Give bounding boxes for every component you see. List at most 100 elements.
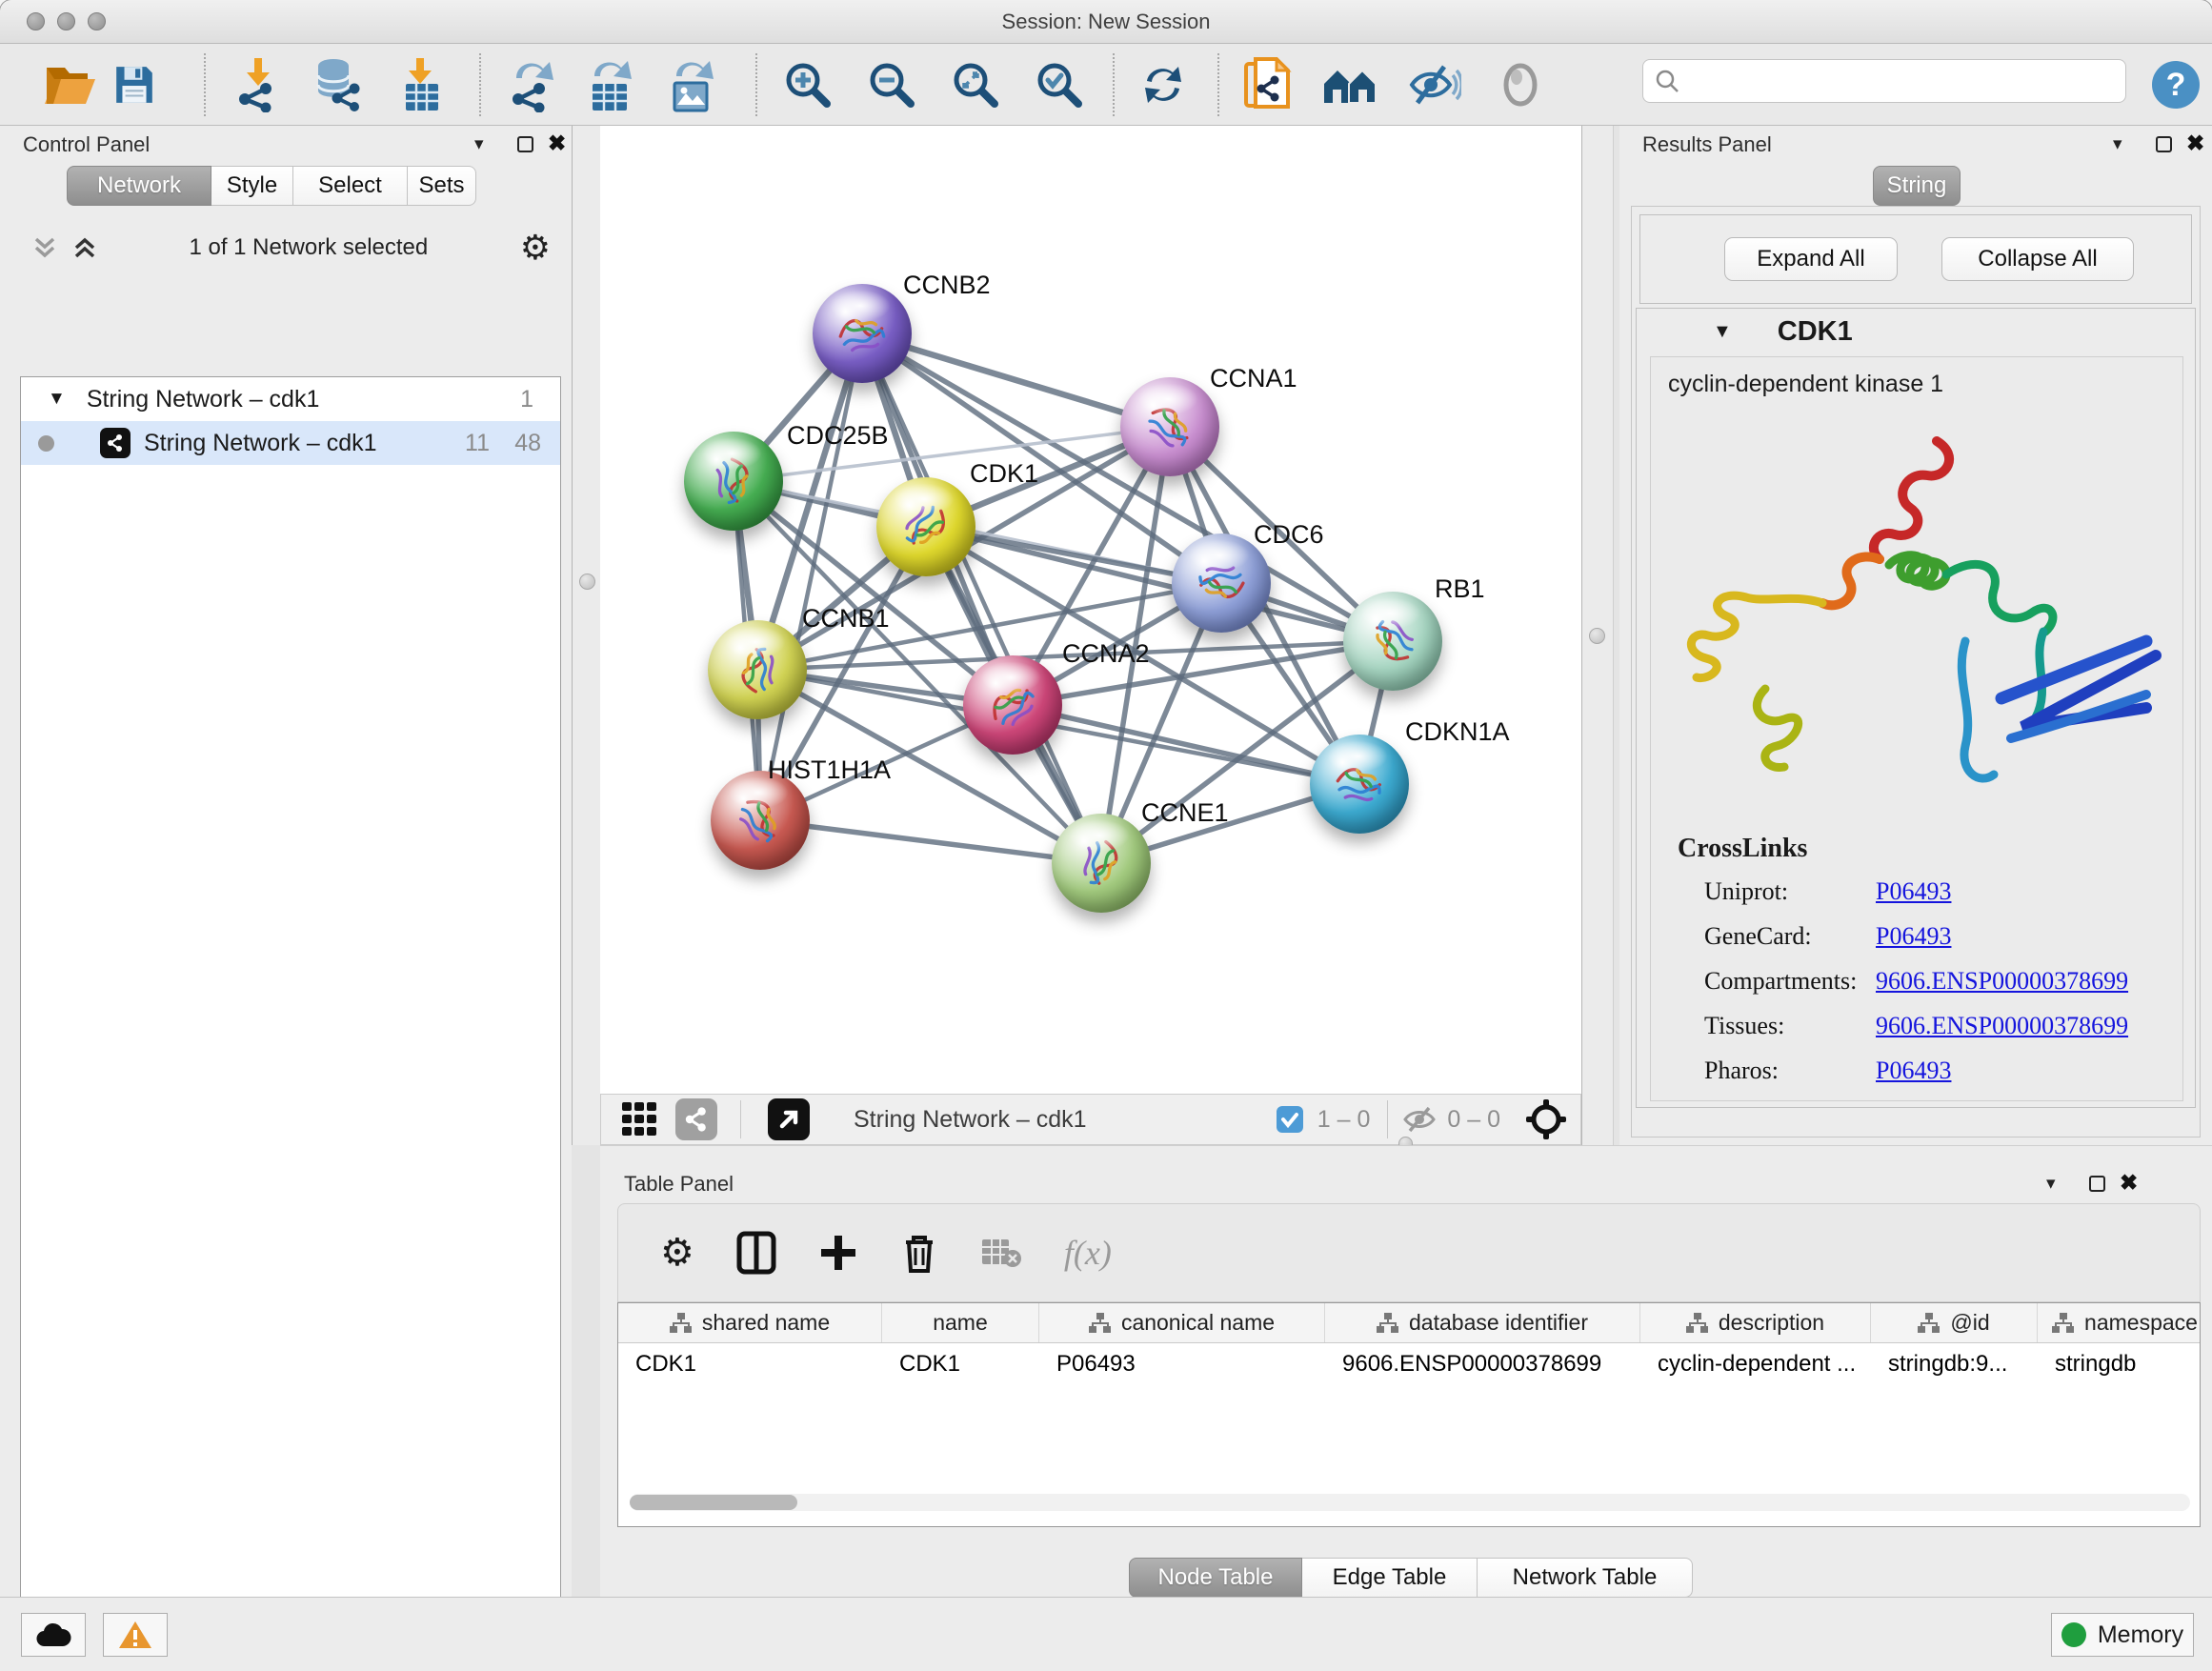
- table-panel-close-icon[interactable]: ✖: [2120, 1170, 2138, 1196]
- save-session-icon[interactable]: [112, 63, 156, 107]
- expand-all-chevron-icon[interactable]: [72, 235, 97, 260]
- control-panel-menu-icon[interactable]: ▾: [474, 133, 484, 155]
- table-cell[interactable]: stringdb:9...: [1871, 1343, 2038, 1385]
- control-panel-float-icon[interactable]: [517, 136, 533, 152]
- network-canvas[interactable]: CCNB2CCNA1CDC25BCDK1CDC6RB1CCNB1CCNA2CDK…: [600, 126, 1581, 1094]
- splitter-handle[interactable]: [579, 574, 595, 590]
- column-header-canonical-name[interactable]: canonical name: [1039, 1303, 1325, 1342]
- network-node-HIST1H1A[interactable]: [711, 771, 810, 870]
- network-node-CCNA2[interactable]: [963, 655, 1062, 755]
- detach-view-icon[interactable]: [768, 1098, 810, 1140]
- warnings-button[interactable]: [103, 1613, 168, 1657]
- export-image-icon[interactable]: [667, 57, 716, 112]
- collapse-all-chevron-icon[interactable]: [32, 235, 57, 260]
- import-network-file-icon[interactable]: [234, 57, 282, 112]
- tab-network-table[interactable]: Network Table: [1478, 1558, 1693, 1598]
- cloud-status-button[interactable]: [21, 1613, 86, 1657]
- network-node-RB1[interactable]: [1343, 592, 1442, 691]
- show-panel-eye-icon[interactable]: [1498, 62, 1543, 108]
- column-header--id[interactable]: @id: [1871, 1303, 2038, 1342]
- table-row[interactable]: CDK1CDK1P064939606.ENSP00000378699cyclin…: [618, 1343, 2200, 1385]
- left-panel-splitter[interactable]: [572, 126, 604, 1145]
- table-cell[interactable]: CDK1: [882, 1343, 1039, 1385]
- table-panel-float-icon[interactable]: [2089, 1176, 2105, 1192]
- tab-network[interactable]: Network: [67, 166, 211, 206]
- table-cell[interactable]: stringdb: [2038, 1343, 2212, 1385]
- add-column-icon[interactable]: [818, 1233, 858, 1273]
- collection-expander-icon[interactable]: ▼: [48, 389, 66, 410]
- tab-string[interactable]: String: [1873, 166, 1961, 206]
- zoom-out-icon[interactable]: [867, 60, 916, 110]
- grid-view-icon[interactable]: [620, 1100, 658, 1138]
- import-table-icon[interactable]: [400, 57, 444, 112]
- selection-summary: 1 of 1 Network selected: [97, 234, 520, 261]
- crosslink-link[interactable]: 9606.ENSP00000378699: [1876, 1012, 2128, 1040]
- tab-edge-table[interactable]: Edge Table: [1302, 1558, 1478, 1598]
- tab-node-table[interactable]: Node Table: [1129, 1558, 1302, 1598]
- home-icon[interactable]: [1322, 63, 1379, 107]
- memory-button[interactable]: Memory: [2051, 1613, 2194, 1657]
- expand-all-button[interactable]: Expand All: [1724, 237, 1898, 281]
- gene-section-header[interactable]: ▼ CDK1: [1637, 309, 2195, 354]
- network-node-CDK1[interactable]: [876, 477, 975, 576]
- column-header-description[interactable]: description: [1640, 1303, 1871, 1342]
- network-edge[interactable]: [760, 820, 1101, 863]
- column-header-shared-name[interactable]: shared name: [618, 1303, 882, 1342]
- import-network-database-icon[interactable]: [311, 57, 364, 112]
- network-node-CDC25B[interactable]: [684, 432, 783, 531]
- zoom-in-icon[interactable]: [783, 60, 833, 110]
- results-panel-close-icon[interactable]: ✖: [2186, 131, 2204, 156]
- open-session-doc-icon[interactable]: [1242, 57, 1294, 112]
- table-panel-menu-icon[interactable]: ▾: [2046, 1173, 2056, 1195]
- column-header-name[interactable]: name: [882, 1303, 1039, 1342]
- network-edge[interactable]: [1013, 705, 1359, 784]
- network-edge[interactable]: [862, 333, 1101, 863]
- zoom-fit-icon[interactable]: [951, 60, 1000, 110]
- export-table-icon[interactable]: [585, 57, 634, 112]
- birds-eye-crosshair-icon[interactable]: [1525, 1098, 1567, 1140]
- crosslink-link[interactable]: 9606.ENSP00000378699: [1876, 967, 2128, 996]
- tab-select[interactable]: Select: [293, 166, 408, 206]
- crosslink-link[interactable]: P06493: [1876, 1057, 1951, 1085]
- network-edge[interactable]: [760, 333, 862, 820]
- zoom-selected-icon[interactable]: [1035, 60, 1084, 110]
- table-cell[interactable]: CDK1: [618, 1343, 882, 1385]
- export-network-icon[interactable]: [507, 57, 556, 112]
- network-row-selected[interactable]: String Network – cdk1 11 48: [21, 421, 560, 465]
- column-header-database-identifier[interactable]: database identifier: [1325, 1303, 1640, 1342]
- table-options-gear-icon[interactable]: ⚙: [660, 1231, 694, 1275]
- network-node-CCNE1[interactable]: [1052, 814, 1151, 913]
- results-panel-float-icon[interactable]: [2156, 136, 2172, 152]
- right-panel-splitter[interactable]: [1581, 126, 1614, 1145]
- tab-style[interactable]: Style: [211, 166, 293, 206]
- results-panel-menu-icon[interactable]: ▾: [2113, 133, 2122, 155]
- refresh-icon[interactable]: [1139, 61, 1187, 109]
- help-icon[interactable]: ?: [2151, 60, 2201, 110]
- network-node-CCNB1[interactable]: [708, 620, 807, 719]
- open-file-icon[interactable]: [44, 63, 97, 107]
- table-horizontal-scrollbar[interactable]: [630, 1494, 2190, 1511]
- network-node-CDKN1A[interactable]: [1310, 735, 1409, 834]
- crosslink-link[interactable]: P06493: [1876, 877, 1951, 906]
- show-columns-icon[interactable]: [736, 1231, 776, 1275]
- delete-column-trash-icon[interactable]: [900, 1231, 938, 1275]
- control-panel-close-icon[interactable]: ✖: [548, 131, 566, 156]
- selected-checkbox-icon[interactable]: [1276, 1105, 1304, 1134]
- network-collection-row[interactable]: ▼ String Network – cdk1 1: [21, 377, 560, 421]
- crosslink-link[interactable]: P06493: [1876, 922, 1951, 951]
- column-header-namespace[interactable]: namespace: [2038, 1303, 2212, 1342]
- network-node-CCNB2[interactable]: [813, 284, 912, 383]
- tab-sets[interactable]: Sets: [408, 166, 476, 206]
- table-cell[interactable]: cyclin-dependent ...: [1640, 1343, 1871, 1385]
- hide-panel-eye-slash-icon[interactable]: [1408, 61, 1461, 109]
- section-expander-icon[interactable]: ▼: [1713, 321, 1732, 343]
- network-node-CCNA1[interactable]: [1120, 377, 1219, 476]
- table-cell[interactable]: P06493: [1039, 1343, 1325, 1385]
- string-view-icon[interactable]: [675, 1098, 717, 1140]
- splitter-handle[interactable]: [1589, 628, 1605, 644]
- scrollbar-thumb[interactable]: [630, 1495, 797, 1510]
- network-options-gear-icon[interactable]: ⚙: [520, 228, 551, 268]
- search-input[interactable]: [1687, 69, 2106, 93]
- collapse-all-button[interactable]: Collapse All: [1941, 237, 2134, 281]
- table-cell[interactable]: 9606.ENSP00000378699: [1325, 1343, 1640, 1385]
